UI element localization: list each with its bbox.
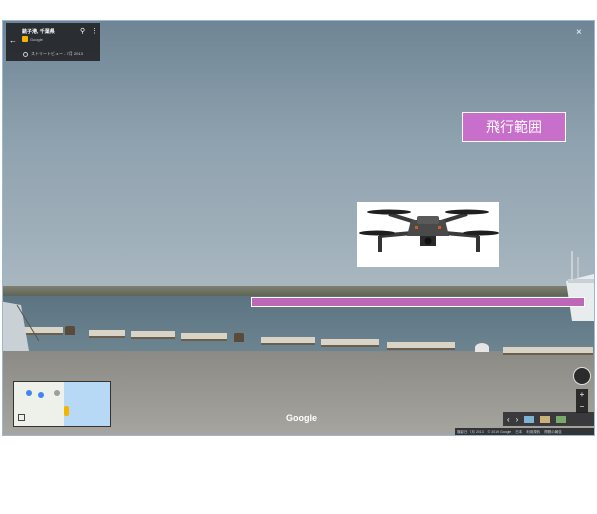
drone-icon: [359, 209, 499, 252]
copyright: © 2019 Google: [487, 430, 512, 434]
quay-curb: [387, 342, 455, 350]
quay-curb: [181, 333, 227, 341]
photo-strip[interactable]: ‹ ›: [503, 412, 594, 426]
close-icon[interactable]: ×: [576, 27, 582, 38]
country-link[interactable]: 日本: [515, 430, 522, 435]
expand-map-icon[interactable]: [18, 414, 25, 421]
flight-range-bar: [251, 297, 585, 307]
quay-curb: [503, 347, 593, 355]
back-arrow-icon[interactable]: ←: [9, 36, 17, 45]
prev-arrow-icon[interactable]: ‹: [507, 415, 510, 424]
bollard: [65, 326, 75, 335]
quay-curb: [89, 330, 125, 338]
terms-link[interactable]: 利用規約: [526, 430, 540, 435]
quay-curb: [261, 337, 315, 345]
zoom-in-button[interactable]: +: [576, 389, 588, 401]
drone-image: [357, 202, 499, 267]
pegman-position-icon: [64, 406, 69, 416]
more-options-icon[interactable]: ⋮: [91, 27, 98, 35]
distant-shoreline: [3, 286, 594, 296]
zoom-control[interactable]: + −: [576, 389, 588, 413]
map-marker-icon: [38, 392, 44, 398]
map-pin-icon[interactable]: ⚲: [80, 27, 85, 35]
map-marker-icon: [54, 390, 60, 396]
timeline-text: ストリートビュー - 7月 2013: [31, 51, 83, 56]
map-marker-icon: [26, 390, 32, 396]
street-view-panorama[interactable]: ← 銚子港, 千葉県 Google ⚲ ⋮ ストリートビュー - 7月 2013…: [2, 20, 595, 436]
google-watermark: Google: [286, 413, 317, 423]
flight-range-label: 飛行範囲: [462, 112, 566, 142]
photo-thumbnail[interactable]: [556, 415, 567, 423]
quay-curb: [131, 331, 175, 339]
next-arrow-icon[interactable]: ›: [516, 415, 519, 424]
provider-row: Google: [22, 36, 43, 42]
capture-date: 撮影日: 7月 2013: [457, 429, 484, 434]
photo-thumbnail[interactable]: [540, 415, 551, 423]
quay-curb: [321, 339, 379, 347]
bollard: [234, 333, 244, 342]
report-link[interactable]: 問題の報告: [544, 430, 562, 435]
location-info-card: ← 銚子港, 千葉県 Google ⚲ ⋮ ストリートビュー - 7月 2013: [6, 23, 100, 61]
bollard: [475, 343, 489, 352]
attribution-bar: 撮影日: 7月 2013 © 2019 Google 日本 利用規約 問題の報告: [455, 428, 594, 435]
photo-thumbnail[interactable]: [524, 415, 535, 423]
mini-map[interactable]: [13, 381, 111, 427]
compass-icon[interactable]: [573, 367, 591, 385]
sky: [3, 21, 594, 291]
pegman-icon: [22, 36, 28, 42]
clock-icon: [23, 51, 28, 57]
moored-ship-left: [3, 301, 39, 351]
moored-ship-right: [566, 251, 594, 321]
location-title: 銚子港, 千葉県: [22, 29, 55, 35]
provider-label: Google: [30, 36, 43, 42]
timeline-selector[interactable]: ストリートビュー - 7月 2013: [23, 51, 83, 57]
